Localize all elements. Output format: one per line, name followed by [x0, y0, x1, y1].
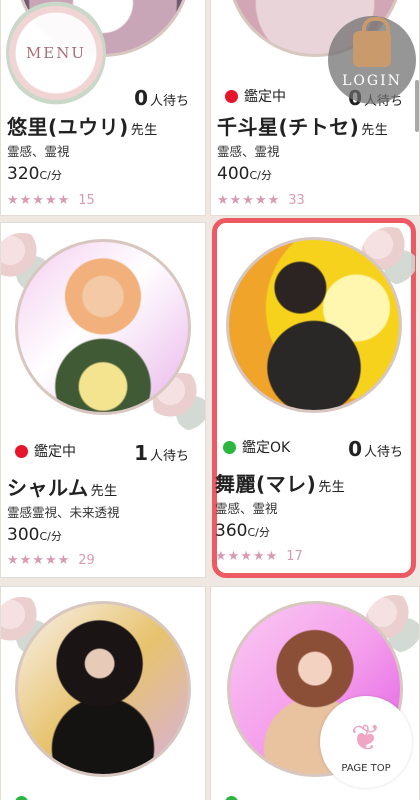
rating-stars: ★★★★★	[217, 193, 281, 208]
status-indicator: 鑑定OK	[223, 437, 290, 457]
lock-icon	[353, 17, 391, 67]
advisor-price: 400C/分	[217, 164, 272, 184]
review-count: 17	[286, 549, 303, 564]
review-count: 29	[78, 553, 95, 568]
advisor-card[interactable]	[0, 586, 206, 800]
advisor-tags: 霊感、霊視	[7, 144, 70, 159]
advisor-price: 320C/分	[7, 164, 62, 184]
star-rating: ★★★★★ 15	[7, 193, 95, 208]
status-indicator: 鑑定中	[225, 86, 286, 106]
advisor-photo[interactable]	[15, 239, 191, 415]
advisor-tags: 霊感霊視、未来透視	[7, 505, 120, 520]
status-indicator	[15, 796, 28, 800]
advisor-price: 300C/分	[7, 525, 62, 545]
star-rating: ★★★★★ 17	[215, 549, 303, 564]
advisor-grid: 0 人待ち 悠里(ユウリ) 先生 霊感、霊視 320C/分 ★★★★★ 15 鑑定中 …	[0, 0, 420, 800]
status-indicator: 鑑定中	[15, 441, 76, 461]
review-count: 33	[288, 193, 305, 208]
status-dot	[225, 89, 238, 103]
page-top-label: PAGE TOP	[341, 763, 391, 774]
wait-count: 1 人待ち	[134, 441, 189, 465]
scrollbar[interactable]	[415, 80, 419, 132]
rating-stars: ★★★★★	[7, 553, 71, 568]
login-label: LOGIN	[342, 73, 402, 89]
advisor-name[interactable]: 悠里(ユウリ) 先生	[7, 111, 158, 140]
review-count: 15	[78, 193, 95, 208]
advisor-tags: 霊感、霊視	[217, 144, 280, 159]
advisor-card[interactable]: 鑑定中 1 人待ち シャルム 先生 霊感霊視、未来透視 300C/分 ★★★★★ 29	[0, 222, 206, 578]
wait-count: 0人待ち	[134, 86, 189, 110]
advisor-card-selected[interactable]: 鑑定OK 0 人待ち 舞麗(マレ) 先生 霊感、霊視 360C/分 ★★★★★ 17	[212, 218, 416, 578]
menu-label: MENU	[25, 44, 87, 62]
advisor-name[interactable]: 千斗星(チトセ) 先生	[217, 111, 388, 140]
advisor-price: 360C/分	[215, 521, 270, 541]
status-dot	[223, 440, 236, 454]
advisor-photo[interactable]	[226, 237, 402, 413]
status-dot	[225, 796, 238, 800]
rating-stars: ★★★★★	[7, 193, 71, 208]
rating-stars: ★★★★★	[215, 549, 279, 564]
status-dot	[15, 796, 28, 800]
page-top-button[interactable]: ❦ PAGE TOP	[320, 696, 412, 788]
status-indicator	[225, 796, 238, 800]
star-rating: ★★★★★ 29	[7, 553, 95, 568]
advisor-tags: 霊感、霊視	[215, 501, 278, 516]
star-rating: ★★★★★ 33	[217, 193, 305, 208]
advisor-photo[interactable]	[15, 601, 191, 777]
menu-button[interactable]: MENU	[6, 0, 106, 106]
wait-count: 0人待ち	[348, 437, 403, 461]
advisor-name[interactable]: 舞麗(マレ) 先生	[215, 468, 345, 497]
login-button[interactable]: LOGIN	[328, 16, 416, 104]
butterfly-icon: ❦	[350, 718, 382, 759]
advisor-name[interactable]: シャルム 先生	[7, 472, 118, 501]
status-dot	[15, 444, 28, 458]
